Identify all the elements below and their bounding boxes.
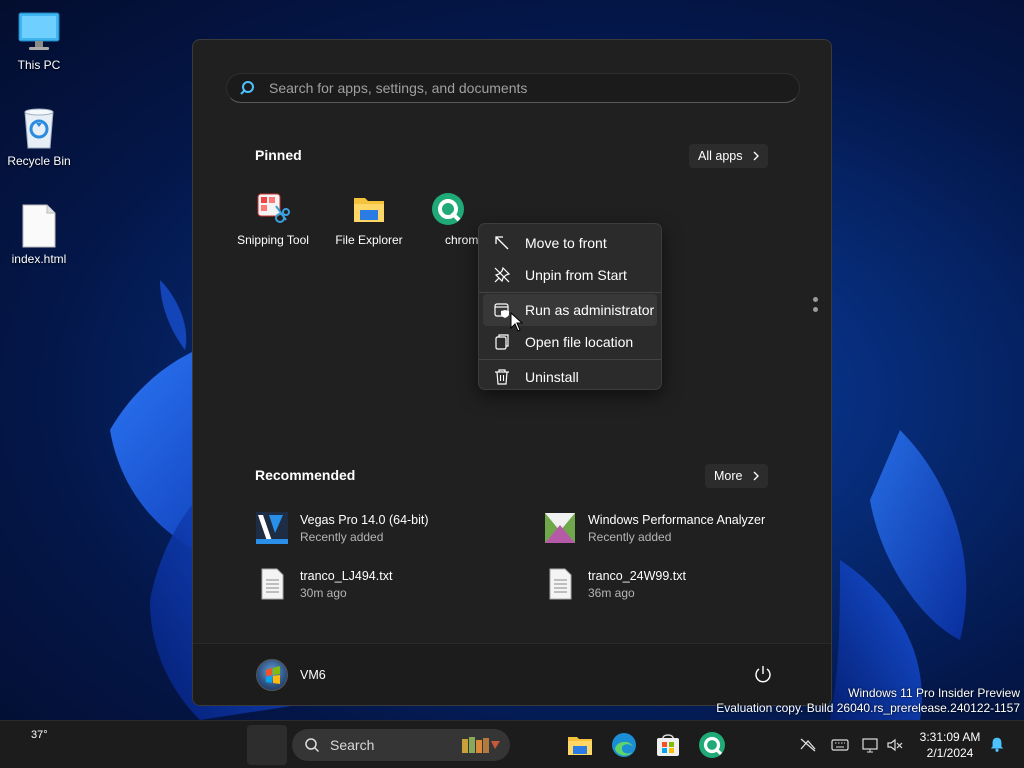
unpin-icon xyxy=(494,266,511,283)
avatar xyxy=(256,659,288,691)
recommended-item-detail: 36m ago xyxy=(588,585,635,600)
recommended-item-vegas-pro[interactable]: Vegas Pro 14.0 (64-bit) Recently added xyxy=(255,508,495,548)
network-disconnected-icon[interactable] xyxy=(799,737,817,753)
user-name: VM6 xyxy=(300,668,326,682)
search-icon xyxy=(305,738,320,753)
recommended-item-detail: Recently added xyxy=(588,529,672,544)
pinned-title: Pinned xyxy=(255,147,302,163)
search-placeholder: Search for apps, settings, and documents xyxy=(269,80,528,96)
text-file-icon xyxy=(255,567,289,601)
recommended-item-name: tranco_LJ494.txt xyxy=(300,568,393,583)
trash-icon xyxy=(495,369,509,385)
watermark-line-1: Windows 11 Pro Insider Preview xyxy=(848,686,1020,700)
page-indicator[interactable] xyxy=(813,297,819,317)
keyboard-icon[interactable] xyxy=(831,737,849,753)
taskbar: 37° Search 3:31:09 AM 2/1/2024 xyxy=(0,720,1024,768)
desktop-icon-recycle-bin[interactable]: Recycle Bin xyxy=(1,106,77,168)
arrow-up-left-icon xyxy=(495,236,509,250)
edge-browser-icon[interactable] xyxy=(610,731,638,759)
recommended-item-name: Vegas Pro 14.0 (64-bit) xyxy=(300,512,429,527)
volume-muted-icon[interactable] xyxy=(886,737,904,753)
context-menu-unpin-from-start[interactable]: Unpin from Start xyxy=(483,259,657,291)
recommended-item-tranco-24w99[interactable]: tranco_24W99.txt 36m ago xyxy=(543,564,783,604)
recommended-item-tranco-lj494[interactable]: tranco_LJ494.txt 30m ago xyxy=(255,564,495,604)
context-menu-label: Uninstall xyxy=(525,369,579,385)
display-icon[interactable] xyxy=(862,737,880,753)
taskbar-clock[interactable]: 3:31:09 AM 2/1/2024 xyxy=(914,729,986,761)
desktop-icon-label: index.html xyxy=(11,252,67,266)
snipping-tool-icon xyxy=(256,192,290,226)
pinned-app-file-explorer[interactable]: File Explorer xyxy=(321,192,417,247)
folder-open-icon xyxy=(495,334,509,350)
all-apps-button[interactable]: All apps xyxy=(689,144,769,168)
more-label: More xyxy=(714,469,743,483)
search-icon xyxy=(240,81,254,95)
recommended-item-name: tranco_24W99.txt xyxy=(588,568,686,583)
mouse-cursor xyxy=(510,312,524,332)
more-button[interactable]: More xyxy=(705,464,769,488)
file-explorer-taskbar-icon[interactable] xyxy=(566,731,594,759)
app-icon-green-q xyxy=(431,192,465,226)
monitor-icon xyxy=(17,10,61,54)
context-menu-move-to-front[interactable]: Move to front xyxy=(483,227,657,259)
page-dot xyxy=(813,297,818,302)
pinned-app-snipping-tool[interactable]: Snipping Tool xyxy=(225,192,321,247)
taskbar-search-label: Search xyxy=(330,737,375,753)
context-menu: Move to front Unpin from Start Run as ad… xyxy=(478,223,662,390)
context-menu-separator xyxy=(479,359,661,360)
context-menu-uninstall[interactable]: Uninstall xyxy=(483,361,657,393)
user-account-button[interactable]: VM6 xyxy=(256,659,326,691)
admin-shield-icon xyxy=(494,303,509,318)
context-menu-separator xyxy=(479,292,661,293)
all-apps-label: All apps xyxy=(698,149,743,163)
clock-time: 3:31:09 AM xyxy=(919,730,981,744)
app-icon-green-q[interactable] xyxy=(698,731,726,759)
text-file-icon xyxy=(543,567,577,601)
document-icon xyxy=(17,204,61,248)
recommended-item-wpa[interactable]: Windows Performance Analyzer Recently ad… xyxy=(543,508,793,548)
context-menu-label: Open file location xyxy=(525,334,634,350)
desktop-icon-this-pc[interactable]: This PC xyxy=(1,10,77,72)
microsoft-store-icon[interactable] xyxy=(654,731,682,759)
vegas-pro-icon xyxy=(255,511,289,545)
pinned-app-label: chrom xyxy=(445,233,479,247)
search-highlight-icon xyxy=(462,737,500,753)
pinned-app-label: File Explorer xyxy=(335,233,403,247)
recommended-item-detail: 30m ago xyxy=(300,585,347,600)
weather-widget[interactable]: 37° xyxy=(31,729,48,741)
recommended-title: Recommended xyxy=(255,467,356,483)
start-search-input[interactable]: Search for apps, settings, and documents xyxy=(226,73,800,103)
taskbar-search[interactable]: Search xyxy=(292,729,510,761)
recommended-item-detail: Recently added xyxy=(300,529,384,544)
recycle-bin-icon xyxy=(17,106,61,150)
clock-date: 2/1/2024 xyxy=(926,746,974,760)
desktop-icon-index-html[interactable]: index.html xyxy=(1,204,77,266)
context-menu-label: Unpin from Start xyxy=(525,267,627,283)
pinned-app-chrome[interactable]: chrom xyxy=(417,192,479,247)
folder-icon xyxy=(352,192,386,226)
performance-analyzer-icon xyxy=(543,511,577,545)
context-menu-label: Move to front xyxy=(525,235,607,251)
chevron-right-icon xyxy=(754,151,760,161)
page-dot xyxy=(813,307,818,312)
recommended-item-name: Windows Performance Analyzer xyxy=(588,512,766,527)
notification-bell-icon[interactable] xyxy=(988,736,1006,752)
context-menu-label: Run as administrator xyxy=(525,302,655,318)
desktop-icon-label: Recycle Bin xyxy=(7,154,71,168)
desktop-icon-label: This PC xyxy=(17,58,61,72)
power-icon[interactable] xyxy=(753,664,773,684)
start-button[interactable] xyxy=(247,725,287,765)
pinned-app-label: Snipping Tool xyxy=(237,233,309,247)
watermark-line-2: Evaluation copy. Build 26040.rs_prerelea… xyxy=(716,701,1020,715)
chevron-right-icon xyxy=(754,471,760,481)
evaluation-watermark: Windows 11 Pro Insider Preview Evaluatio… xyxy=(716,686,1020,716)
